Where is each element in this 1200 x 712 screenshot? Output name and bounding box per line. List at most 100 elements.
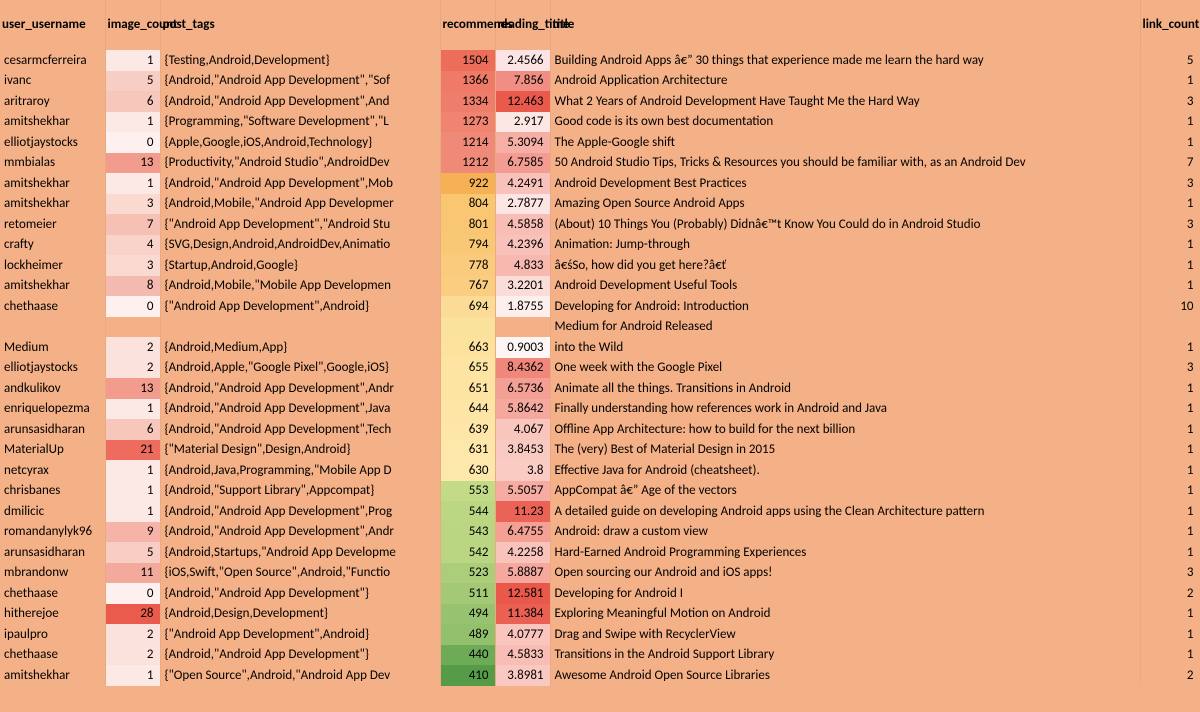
cell-tags[interactable]: {"Android App Development","Android Stu: [160, 214, 440, 235]
cell-rt[interactable]: 2.4566: [495, 50, 550, 71]
cell-rec[interactable]: 663: [440, 337, 495, 358]
cell-rec[interactable]: 694: [440, 296, 495, 317]
cell-img[interactable]: 0: [105, 583, 160, 604]
cell-tags[interactable]: {Productivity,"Android Studio",AndroidDe…: [160, 153, 440, 174]
cell-username[interactable]: ivanc: [0, 71, 105, 92]
cell-tags[interactable]: {Android,"Android App Development",Mob: [160, 173, 440, 194]
cell-rt[interactable]: 4.5858: [495, 214, 550, 235]
cell-rt[interactable]: 7.856: [495, 71, 550, 92]
cell-title[interactable]: Developing for Android: Introduction: [550, 296, 1140, 317]
cell-rt[interactable]: 5.8642: [495, 399, 550, 420]
table-row[interactable]: amitshekhar8{Android,Mobile,"Mobile App …: [0, 276, 1200, 297]
cell-username[interactable]: amitshekhar: [0, 276, 105, 297]
cell-img[interactable]: 1: [105, 481, 160, 502]
cell-tags[interactable]: {Android,"Android App Development",Andr: [160, 378, 440, 399]
cell-tags[interactable]: {Android,"Android App Development",And: [160, 91, 440, 112]
cell-title[interactable]: Offline App Architecture: how to build f…: [550, 419, 1140, 440]
cell-title[interactable]: â€śSo, how did you get here?â€ť: [550, 255, 1140, 276]
cell-title[interactable]: (About) 10 Things You (Probably) Didnâ€™…: [550, 214, 1140, 235]
cell-link[interactable]: 1: [1140, 542, 1200, 563]
cell-img[interactable]: 0: [105, 296, 160, 317]
cell-username[interactable]: [0, 317, 105, 338]
cell-rec[interactable]: 804: [440, 194, 495, 215]
cell-tags[interactable]: {Android,Design,Development}: [160, 604, 440, 625]
cell-tags[interactable]: {Android,"Android App Development",Prog: [160, 501, 440, 522]
cell-link[interactable]: 1: [1140, 112, 1200, 133]
cell-tags[interactable]: {"Material Design",Design,Android}: [160, 440, 440, 461]
table-row[interactable]: lockheimer3{Startup,Android,Google}7784.…: [0, 255, 1200, 276]
cell-rec[interactable]: [440, 317, 495, 338]
cell-username[interactable]: lockheimer: [0, 255, 105, 276]
table-row[interactable]: elliotjaystocks0{Apple,Google,iOS,Androi…: [0, 132, 1200, 153]
cell-username[interactable]: elliotjaystocks: [0, 358, 105, 379]
cell-rt[interactable]: 2.7877: [495, 194, 550, 215]
cell-link[interactable]: 3: [1140, 91, 1200, 112]
table-row[interactable]: mbrandonw11{iOS,Swift,"Open Source",Andr…: [0, 563, 1200, 584]
cell-username[interactable]: amitshekhar: [0, 112, 105, 133]
cell-rt[interactable]: 2.917: [495, 112, 550, 133]
cell-rec[interactable]: 1504: [440, 50, 495, 71]
cell-tags[interactable]: {Android,Mobile,"Mobile App Developmen: [160, 276, 440, 297]
cell-img[interactable]: 1: [105, 501, 160, 522]
cell-tags[interactable]: {Android,Apple,"Google Pixel",Google,iOS…: [160, 358, 440, 379]
cell-username[interactable]: chethaase: [0, 583, 105, 604]
cell-img[interactable]: 6: [105, 419, 160, 440]
cell-img[interactable]: 21: [105, 440, 160, 461]
table-row[interactable]: retomeier7{"Android App Development","An…: [0, 214, 1200, 235]
cell-rt[interactable]: 0.9003: [495, 337, 550, 358]
cell-link[interactable]: 1: [1140, 276, 1200, 297]
cell-rec[interactable]: 1273: [440, 112, 495, 133]
cell-tags[interactable]: {Android,"Android App Development"}: [160, 583, 440, 604]
cell-img[interactable]: 1: [105, 173, 160, 194]
cell-tags[interactable]: {"Android App Development",Android}: [160, 296, 440, 317]
cell-title[interactable]: into the Wild: [550, 337, 1140, 358]
cell-rt[interactable]: 4.2258: [495, 542, 550, 563]
cell-link[interactable]: 7: [1140, 153, 1200, 174]
cell-rec[interactable]: 655: [440, 358, 495, 379]
cell-rt[interactable]: 6.5736: [495, 378, 550, 399]
header-reading-time[interactable]: reading_time: [495, 0, 550, 50]
cell-rt[interactable]: 4.2396: [495, 235, 550, 256]
cell-rec[interactable]: 778: [440, 255, 495, 276]
cell-username[interactable]: amitshekhar: [0, 665, 105, 686]
cell-title[interactable]: Android: draw a custom view: [550, 522, 1140, 543]
header-title[interactable]: title: [550, 0, 1140, 50]
cell-link[interactable]: 1: [1140, 337, 1200, 358]
table-row[interactable]: MaterialUp21{"Material Design",Design,An…: [0, 440, 1200, 461]
cell-rec[interactable]: 440: [440, 645, 495, 666]
cell-title[interactable]: The (very) Best of Material Design in 20…: [550, 440, 1140, 461]
cell-username[interactable]: hitherejoe: [0, 604, 105, 625]
cell-title[interactable]: Medium for Android Released: [550, 317, 1140, 338]
cell-tags[interactable]: {Android,"Android App Development",Andr: [160, 522, 440, 543]
cell-tags[interactable]: {Android,Mobile,"Android App Developmer: [160, 194, 440, 215]
cell-img[interactable]: 3: [105, 255, 160, 276]
cell-title[interactable]: The Apple-Google shift: [550, 132, 1140, 153]
cell-tags[interactable]: {Android,"Support Library",Appcompat}: [160, 481, 440, 502]
table-row[interactable]: amitshekhar1{"Open Source",Android,"Andr…: [0, 665, 1200, 686]
cell-link[interactable]: 1: [1140, 378, 1200, 399]
cell-link[interactable]: [1140, 317, 1200, 338]
cell-img[interactable]: 2: [105, 337, 160, 358]
cell-link[interactable]: 1: [1140, 399, 1200, 420]
cell-rec[interactable]: 542: [440, 542, 495, 563]
cell-title[interactable]: Android Development Best Practices: [550, 173, 1140, 194]
cell-link[interactable]: 2: [1140, 665, 1200, 686]
header-recommends[interactable]: recommends: [440, 0, 495, 50]
cell-rt[interactable]: 3.8453: [495, 440, 550, 461]
table-row[interactable]: Medium for Android Released: [0, 317, 1200, 338]
cell-title[interactable]: Developing for Android I: [550, 583, 1140, 604]
cell-rt[interactable]: 4.2491: [495, 173, 550, 194]
cell-username[interactable]: enriquelopezma: [0, 399, 105, 420]
cell-rt[interactable]: [495, 317, 550, 338]
cell-rec[interactable]: 644: [440, 399, 495, 420]
cell-img[interactable]: 7: [105, 214, 160, 235]
cell-img[interactable]: 13: [105, 153, 160, 174]
cell-tags[interactable]: {Testing,Android,Development}: [160, 50, 440, 71]
cell-img[interactable]: 1: [105, 50, 160, 71]
cell-rec[interactable]: 630: [440, 460, 495, 481]
cell-img[interactable]: 11: [105, 563, 160, 584]
cell-link[interactable]: 1: [1140, 255, 1200, 276]
cell-img[interactable]: [105, 317, 160, 338]
cell-rt[interactable]: 12.581: [495, 583, 550, 604]
cell-rt[interactable]: 5.3094: [495, 132, 550, 153]
